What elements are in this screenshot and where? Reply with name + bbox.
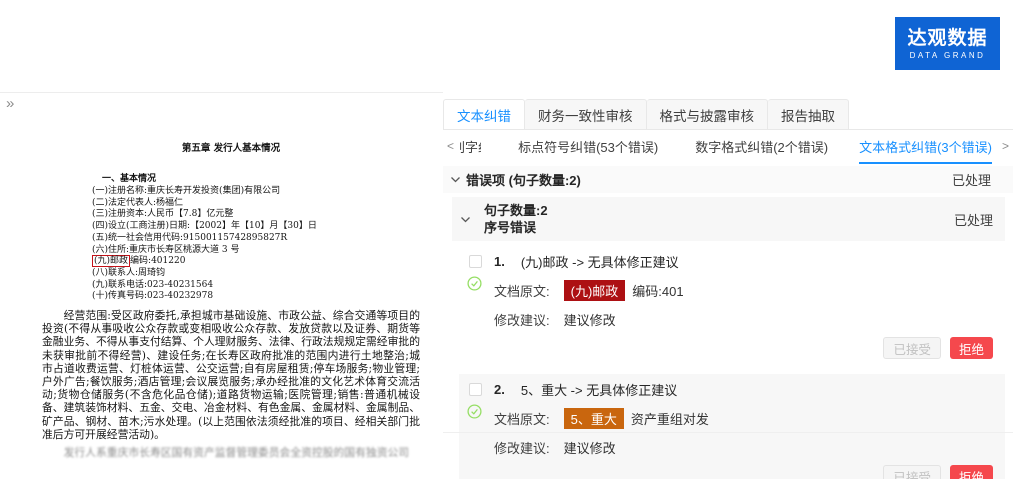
card-status-text: 已处理	[954, 210, 993, 229]
brand-name-en: DATA GRAND	[910, 51, 986, 60]
document-blurred-line: 发行人系重庆市长寿区国有资产监督管理委员会全资控股的国有独资公司	[42, 444, 420, 460]
error-category-tabs: < 别字纠错(9个错误) 标点符号纠错(53个错误) 数字格式纠错(2个错误) …	[443, 130, 1013, 162]
error-highlight-box[interactable]: (九)邮政	[92, 255, 130, 267]
reject-button[interactable]: 拒绝	[950, 337, 993, 359]
document-line: (一)注册名称:重庆长寿开发投资(集团)有限公司	[92, 186, 420, 198]
document-page: 第五章 发行人基本情况 一、基本情况 (一)注册名称:重庆长寿开发投资(集团)有…	[42, 112, 420, 460]
sequence-error-label: 序号错误	[484, 219, 548, 236]
error-item-1: 1. (九)邮政 -> 无具体修正建议 文档原文: (九)邮政 编码:401 修…	[459, 246, 1005, 367]
tab-financial-consistency[interactable]: 财务一致性审核	[525, 99, 647, 129]
panel-bottom-divider	[443, 432, 1013, 433]
document-line: (五)统一社会信用代码:91500115742895827R	[92, 233, 420, 245]
error-group-label: 错误项 (句子数量:2)	[466, 170, 581, 189]
error-items-list: 1. (九)邮政 -> 无具体修正建议 文档原文: (九)邮政 编码:401 修…	[459, 246, 1005, 479]
review-panel: 文本纠错 财务一致性审核 格式与披露审核 报告抽取 < 别字纠错(9个错误) 标…	[443, 99, 1013, 444]
item-number: 1.	[494, 254, 505, 269]
item-title: 5、重大 -> 无具体修正建议	[521, 380, 677, 399]
item-checkbox[interactable]	[469, 383, 482, 396]
document-line: (十)传真号码:023-40232978	[92, 291, 420, 303]
suggestion-row: 修改建议: 建议修改	[494, 310, 993, 329]
document-line-rest: 编码:401220	[130, 256, 185, 266]
original-text-label: 文档原文:	[494, 281, 550, 300]
prev-arrow-icon[interactable]: <	[443, 139, 458, 153]
app-screen: 达观数据 DATA GRAND » 第五章 发行人基本情况 一、基本情况 (一)…	[0, 0, 1024, 479]
document-line: (六)住所:重庆市长寿区桃源大道 3 号	[92, 245, 420, 257]
subtab-punctuation-correction[interactable]: 标点符号纠错(53个错误)	[518, 137, 658, 156]
chevron-down-icon[interactable]	[458, 214, 472, 225]
document-line: (八)联系人:周琦钧	[92, 268, 420, 280]
original-text-after: 编码:401	[632, 281, 683, 300]
group-status-text: 已处理	[952, 170, 991, 189]
document-line: (九)联系电话:023-40231564	[92, 280, 420, 292]
suggestion-text: 建议修改	[564, 310, 616, 329]
original-text-row: 文档原文: 5、重大 资产重组对发	[494, 408, 993, 429]
subtab-text-format-correction[interactable]: 文本格式纠错(3个错误)	[859, 137, 992, 156]
original-text-row: 文档原文: (九)邮政 编码:401	[494, 280, 993, 301]
document-paragraph: 经营范围:受区政府委托,承担城市基础设施、市政公益、综合交通等项目的投资(不得从…	[42, 309, 420, 441]
item-checkbox[interactable]	[469, 255, 482, 268]
suggestion-label: 修改建议:	[494, 310, 550, 329]
collapse-panel-icon[interactable]: »	[6, 95, 14, 112]
document-line: (三)注册资本:人民币【7.8】亿元整	[92, 209, 420, 221]
sentence-card-labels: 句子数量:2 序号错误	[484, 202, 548, 236]
reject-button[interactable]: 拒绝	[950, 465, 993, 479]
document-line-highlighted: (九)邮政编码:401220	[92, 256, 420, 268]
suggestion-label: 修改建议:	[494, 438, 550, 457]
tab-text-correction[interactable]: 文本纠错	[443, 99, 525, 129]
original-text-label: 文档原文:	[494, 409, 550, 428]
item-title-row: 2. 5、重大 -> 无具体修正建议	[494, 380, 993, 399]
item-title: (九)邮政 -> 无具体修正建议	[521, 252, 679, 271]
document-line: (二)法定代表人:杨福仁	[92, 198, 420, 210]
chevron-down-icon[interactable]	[448, 174, 462, 185]
subtab-typo-correction[interactable]: 别字纠错(9个错误)	[460, 137, 481, 156]
brand-name: 达观数据	[907, 28, 987, 49]
suggestion-text: 建议修改	[564, 438, 616, 457]
item-title-row: 1. (九)邮政 -> 无具体修正建议	[494, 252, 993, 271]
tab-report-extraction[interactable]: 报告抽取	[768, 99, 849, 129]
original-text-after: 资产重组对发	[631, 409, 709, 428]
error-item-2: 2. 5、重大 -> 无具体修正建议 文档原文: 5、重大 资产重组对发 修改建…	[459, 374, 1005, 479]
accepted-button[interactable]: 已接受	[883, 337, 941, 359]
subtab-number-format-correction[interactable]: 数字格式纠错(2个错误)	[695, 137, 828, 156]
error-text-chip: (九)邮政	[564, 280, 626, 301]
tab-format-disclosure[interactable]: 格式与披露审核	[647, 99, 769, 129]
main-tabs: 文本纠错 财务一致性审核 格式与披露审核 报告抽取	[443, 99, 1013, 130]
document-line: (四)设立(工商注册)日期:【2002】年【10】月【30】日	[92, 221, 420, 233]
check-circle-icon	[467, 276, 482, 296]
document-section-heading: 一、基本情况	[102, 171, 420, 184]
document-chapter-title: 第五章 发行人基本情况	[42, 140, 420, 154]
next-arrow-icon[interactable]: >	[998, 139, 1013, 153]
item-number: 2.	[494, 382, 505, 397]
sentence-group-card[interactable]: 句子数量:2 序号错误 已处理	[452, 197, 1005, 241]
check-circle-icon	[467, 404, 482, 424]
suggestion-row: 修改建议: 建议修改	[494, 438, 993, 457]
item-actions: 已接受 拒绝	[494, 465, 993, 479]
sentence-count-label: 句子数量:2	[484, 202, 548, 219]
brand-logo: 达观数据 DATA GRAND	[895, 17, 1000, 70]
error-group-header[interactable]: 错误项 (句子数量:2) 已处理	[443, 166, 1013, 193]
error-text-chip: 5、重大	[564, 408, 624, 429]
header-divider	[0, 92, 443, 93]
accepted-button[interactable]: 已接受	[883, 465, 941, 479]
item-actions: 已接受 拒绝	[494, 337, 993, 359]
